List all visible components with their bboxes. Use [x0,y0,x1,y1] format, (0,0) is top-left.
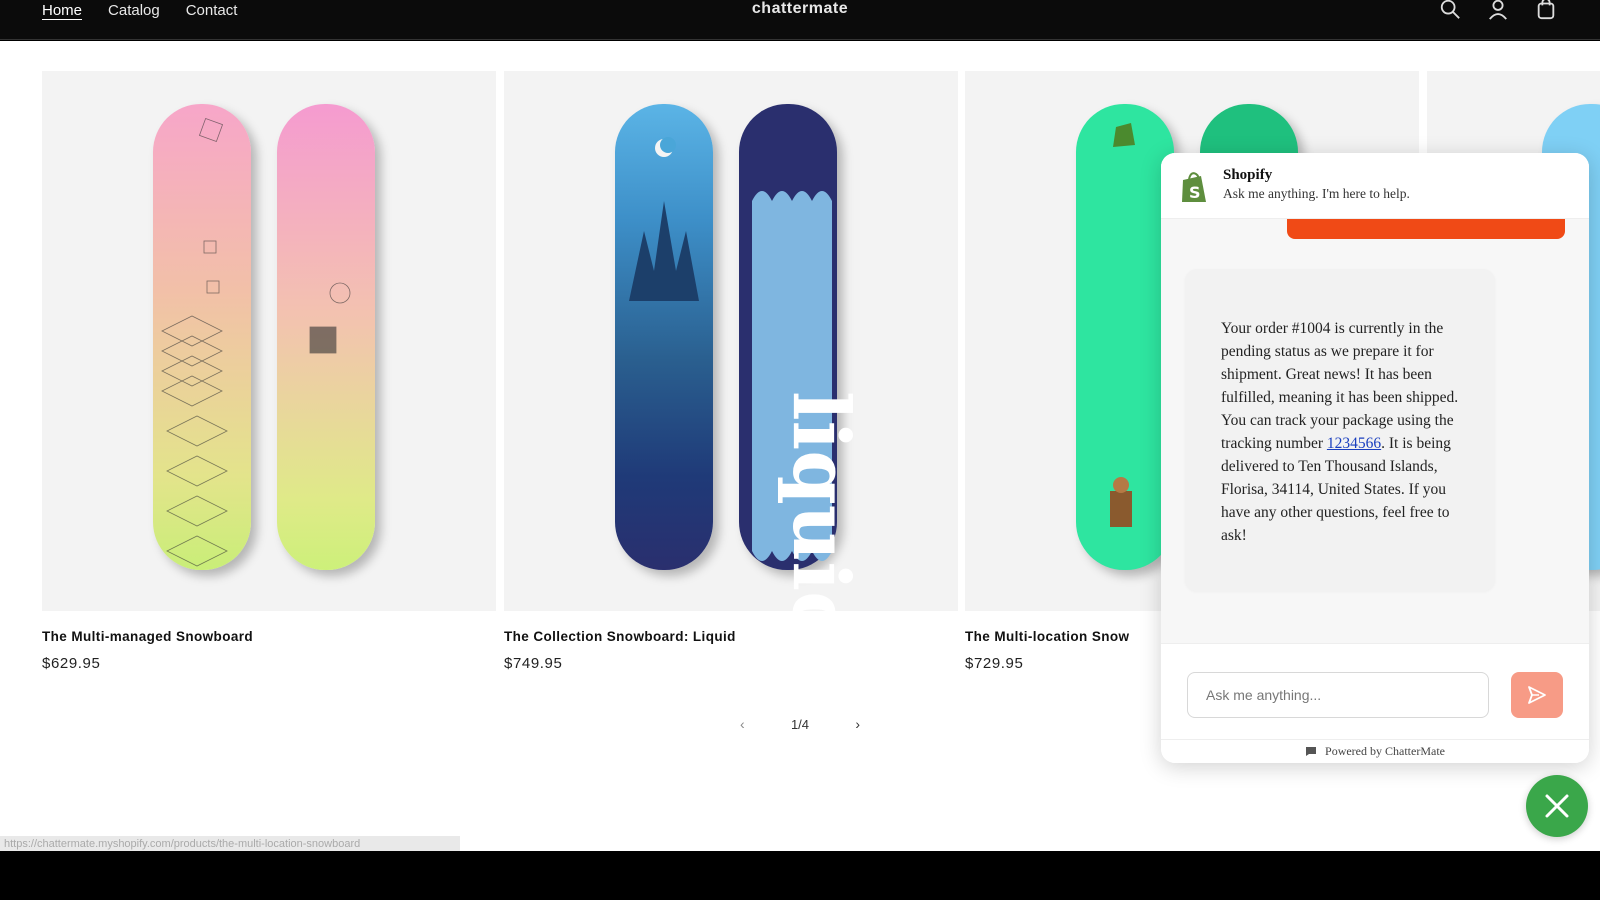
svg-text:liquid: liquid [775,391,866,611]
chat-header: S Shopify Ask me anything. I'm here to h… [1161,153,1589,219]
chat-bubble-icon [1306,747,1317,756]
chat-input[interactable] [1187,672,1489,718]
product-image[interactable]: liquid [504,71,958,611]
bot-message-text: Your order #1004 is currently in the pen… [1221,320,1459,452]
brand-logo[interactable]: chattermate [0,0,1600,20]
close-icon [1545,794,1569,818]
browser-status-url: https://chattermate.myshopify.com/produc… [0,836,460,851]
pager-next-button[interactable]: › [855,716,860,732]
nav-home[interactable]: Home [42,2,82,19]
board-graphics: liquid [629,137,866,611]
bot-message-bubble: Your order #1004 is currently in the pen… [1185,269,1495,591]
chat-footer: Powered by ChatterMate [1161,739,1589,763]
svg-text:S: S [1189,183,1201,202]
pager-prev-button[interactable]: ‹ [740,716,745,732]
header-icons [1438,0,1560,22]
account-icon[interactable] [1486,0,1512,22]
carousel-pager: ‹ 1/4 › [740,716,860,732]
powered-by-text[interactable]: Powered by ChatterMate [1325,744,1445,759]
main-nav: Home Catalog Contact [42,0,237,20]
product-price: $629.95 [42,655,101,672]
nav-catalog[interactable]: Catalog [108,2,160,19]
send-button[interactable] [1511,672,1563,718]
site-header: Home Catalog Contact chattermate [0,0,1600,40]
chat-input-row [1161,643,1589,739]
pager-label: 1/4 [790,716,810,732]
shopify-logo-icon: S [1182,172,1206,202]
chat-widget: S Shopify Ask me anything. I'm here to h… [1161,153,1589,763]
board-graphics [161,117,351,567]
chat-messages[interactable]: Your order #1004 is currently in the pen… [1161,209,1589,643]
chat-subtitle: Ask me anything. I'm here to help. [1223,186,1410,201]
chat-agent-name: Shopify [1223,167,1273,183]
product-title[interactable]: The Multi-managed Snowboard [42,629,496,644]
search-icon[interactable] [1438,0,1464,22]
cart-icon[interactable] [1534,0,1560,22]
product-title[interactable]: The Collection Snowboard: Liquid [504,629,958,644]
product-card[interactable]: The Multi-managed Snowboard $629.95 [42,71,496,672]
nav-contact[interactable]: Contact [186,2,238,19]
chat-close-button[interactable] [1526,775,1588,837]
product-card[interactable]: liquid The Collection Snowboard: Liquid … [504,71,958,672]
tracking-number-link[interactable]: 1234566 [1327,435,1381,452]
product-price: $749.95 [504,655,563,672]
send-icon [1528,686,1546,704]
product-image[interactable] [42,71,496,611]
